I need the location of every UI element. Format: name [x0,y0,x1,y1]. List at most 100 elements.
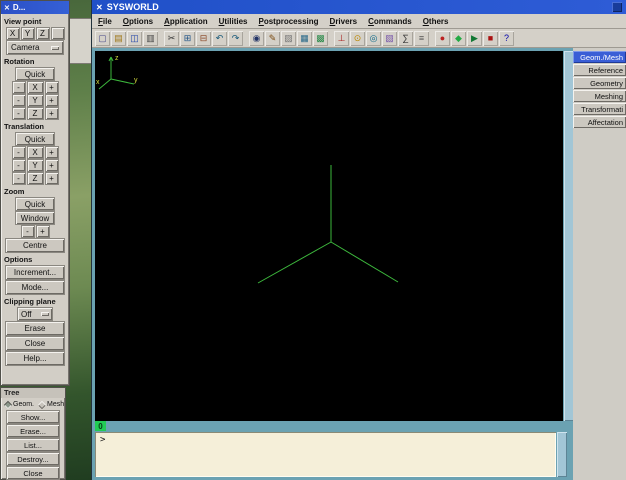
new-file-icon[interactable]: ▢ [95,31,110,46]
tree-erase-button[interactable]: Erase... [7,425,59,437]
menu-bar: File Options Application Utilities Postp… [92,14,626,29]
window-maximize-button[interactable] [612,2,622,12]
menu-application[interactable]: Application [164,17,208,26]
translation-z-button[interactable]: Z [28,173,43,184]
panel-geometry-button[interactable]: Geometry [573,77,626,89]
window-close-icon[interactable]: ✕ [96,3,103,12]
node-icon[interactable]: ● [435,31,450,46]
rotation-z-minus-button[interactable]: - [13,108,25,119]
menu-drivers[interactable]: Drivers [330,17,358,26]
help-icon[interactable]: ? [499,31,514,46]
translation-y-button[interactable]: Y [28,160,43,171]
translation-y-minus-button[interactable]: - [13,160,25,171]
command-input[interactable]: > [95,432,556,477]
redo-icon[interactable]: ↷ [228,31,243,46]
options-label: Options [1,252,69,264]
tree-show-button[interactable]: Show... [7,411,59,423]
viewpoint-z-button[interactable]: Z [37,28,49,39]
translation-z-plus-button[interactable]: + [46,173,58,184]
play-icon[interactable]: ▶ [467,31,482,46]
viewpoint-palette-title: D... [13,3,25,12]
close-button[interactable]: Close [6,337,64,350]
geom-radio[interactable]: Geom. [5,401,34,408]
erase-button[interactable]: Erase [6,322,64,335]
help-button[interactable]: Help... [6,352,64,365]
pencil-icon[interactable]: ✎ [265,31,280,46]
print-icon[interactable]: ▥ [143,31,158,46]
sysworld-titlebar[interactable]: ✕ SYSWORLD [92,0,626,14]
zoom-plus-button[interactable]: + [37,226,49,237]
menu-file[interactable]: File [98,17,112,26]
translation-quick-button[interactable]: Quick [16,133,54,145]
copy-icon[interactable]: ⊞ [180,31,195,46]
eraser-icon[interactable]: ▨ [281,31,296,46]
chart-icon[interactable]: ▧ [382,31,397,46]
undo-icon[interactable]: ↶ [212,31,227,46]
right-tool-panel: Geom./Mesh Reference Geometry Meshing Tr… [573,48,626,480]
element-icon[interactable]: ◆ [451,31,466,46]
rotation-x-button[interactable]: X [28,82,43,93]
tree-palette-titlebar[interactable]: Tree [1,388,65,398]
axis-z-label: z [115,55,119,62]
mesh-icon[interactable]: ▩ [313,31,328,46]
rotation-y-minus-button[interactable]: - [13,95,25,106]
zoom-minus-button[interactable]: - [22,226,34,237]
save-icon[interactable]: ◫ [127,31,142,46]
rotation-label: Rotation [1,54,69,66]
option-menu-mark-icon [41,312,49,316]
viewpoint-y-button[interactable]: Y [22,28,34,39]
viewpoint-extra-button[interactable] [52,28,64,39]
viewpoint-palette-titlebar[interactable]: ✕ D... [1,1,69,14]
view-icon[interactable]: ◎ [366,31,381,46]
tree-close-button[interactable]: Close [7,467,59,479]
menu-commands[interactable]: Commands [368,17,412,26]
translation-x-button[interactable]: X [28,147,43,158]
increment-button[interactable]: Increment... [6,266,64,279]
panel-affectation-button[interactable]: Affectation [573,116,626,128]
menu-others[interactable]: Others [423,17,449,26]
panel-reference-button[interactable]: Reference [573,64,626,76]
tree-destroy-button[interactable]: Destroy... [7,453,59,465]
panel-geom-mesh-button[interactable]: Geom./Mesh [573,51,626,63]
stop-icon[interactable]: ■ [483,31,498,46]
command-scrollbar[interactable] [557,432,567,477]
rotation-x-minus-button[interactable]: - [13,82,25,93]
grid-icon[interactable]: ▦ [297,31,312,46]
menu-options[interactable]: Options [123,17,153,26]
translation-x-minus-button[interactable]: - [13,147,25,158]
rotation-z-plus-button[interactable]: + [46,108,58,119]
camera-dropdown[interactable]: Camera [7,41,63,54]
zoom-quick-button[interactable]: Quick [16,198,54,210]
zoom-icon[interactable]: ◉ [249,31,264,46]
cut-icon[interactable]: ✂ [164,31,179,46]
viewpoint-x-button[interactable]: X [7,28,19,39]
sum-icon[interactable]: ∑ [398,31,413,46]
zoom-window-button[interactable]: Window [16,212,54,224]
translation-x-plus-button[interactable]: + [46,147,58,158]
panel-meshing-button[interactable]: Meshing [573,90,626,102]
rotation-y-plus-button[interactable]: + [46,95,58,106]
rotation-y-button[interactable]: Y [28,95,43,106]
menu-utilities[interactable]: Utilities [219,17,248,26]
rotation-z-button[interactable]: Z [28,108,43,119]
viewport-canvas[interactable]: z x y [95,51,563,421]
translation-z-minus-button[interactable]: - [13,173,25,184]
panel-transformations-button[interactable]: Transformati [573,103,626,115]
light-icon[interactable]: ⊙ [350,31,365,46]
rotation-x-plus-button[interactable]: + [46,82,58,93]
mesh-radio[interactable]: Mesh [39,401,64,408]
centre-button[interactable]: Centre [6,239,64,252]
menu-postprocessing[interactable]: Postprocessing [259,17,319,26]
clipping-plane-value: Off [21,310,32,319]
open-folder-icon[interactable]: ▤ [111,31,126,46]
paste-icon[interactable]: ⊟ [196,31,211,46]
axes-icon[interactable]: ⊥ [334,31,349,46]
mode-button[interactable]: Mode... [6,281,64,294]
tree-list-button[interactable]: List... [7,439,59,451]
orientation-axes-icon: z x y [95,51,141,93]
clipping-plane-dropdown[interactable]: Off [18,308,52,320]
translation-y-plus-button[interactable]: + [46,160,58,171]
window-menu-icon[interactable]: ✕ [4,4,10,12]
rotation-quick-button[interactable]: Quick [16,68,54,80]
layers-icon[interactable]: ≡ [414,31,429,46]
